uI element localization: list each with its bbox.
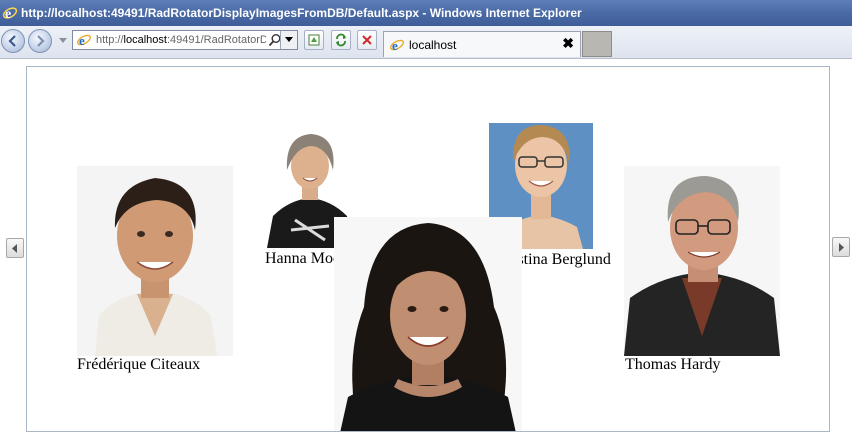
address-dropdown-button[interactable] [280, 31, 297, 49]
tab-localhost[interactable]: e localhost ✖ [383, 31, 581, 57]
window-title: http://localhost:49491/RadRotatorDisplay… [21, 6, 582, 20]
recent-pages-dropdown[interactable] [59, 38, 67, 43]
svg-text:e: e [5, 7, 11, 21]
person-photo [334, 217, 522, 431]
compatibility-icon [308, 34, 320, 46]
rotator-scroll-right-button[interactable] [832, 237, 850, 257]
back-button[interactable] [1, 29, 25, 53]
stop-icon [362, 35, 372, 45]
page-ie-icon: e [77, 33, 91, 48]
person-photo [77, 166, 233, 356]
stop-button[interactable] [357, 30, 377, 50]
svg-text:e: e [79, 33, 85, 48]
chevron-down-icon [285, 37, 293, 42]
address-bar[interactable]: e http://localhost:49491/RadRotatorDispl… [72, 30, 298, 50]
forward-arrow-icon [37, 35, 45, 47]
arrow-left-icon [12, 243, 17, 253]
window-titlebar: e http://localhost:49491/RadRotatorDispl… [0, 0, 852, 26]
compatibility-view-button[interactable] [304, 30, 324, 50]
person-name: Frédérique Citeaux [77, 356, 201, 373]
rotator-scroll-left-button[interactable] [6, 238, 24, 258]
svg-text:e: e [392, 38, 398, 53]
refresh-button[interactable] [331, 30, 351, 50]
tab-close-icon[interactable]: ✖ [562, 35, 574, 52]
tab-ie-icon: e [390, 38, 404, 53]
ie-logo-icon: e [2, 7, 18, 21]
back-arrow-icon [8, 35, 16, 47]
address-url[interactable]: http://localhost:49491/RadRotatorDisplay… [96, 34, 266, 46]
forward-button[interactable] [28, 29, 52, 53]
person-name: Thomas Hardy [625, 356, 721, 373]
image-rotator: Frédérique Citeaux Hanna Moos Christina [26, 66, 830, 432]
arrow-right-icon [839, 242, 844, 252]
person-photo [624, 166, 780, 356]
new-tab-button[interactable] [582, 31, 612, 57]
tab-label: localhost [409, 37, 457, 52]
refresh-icon [336, 33, 346, 47]
